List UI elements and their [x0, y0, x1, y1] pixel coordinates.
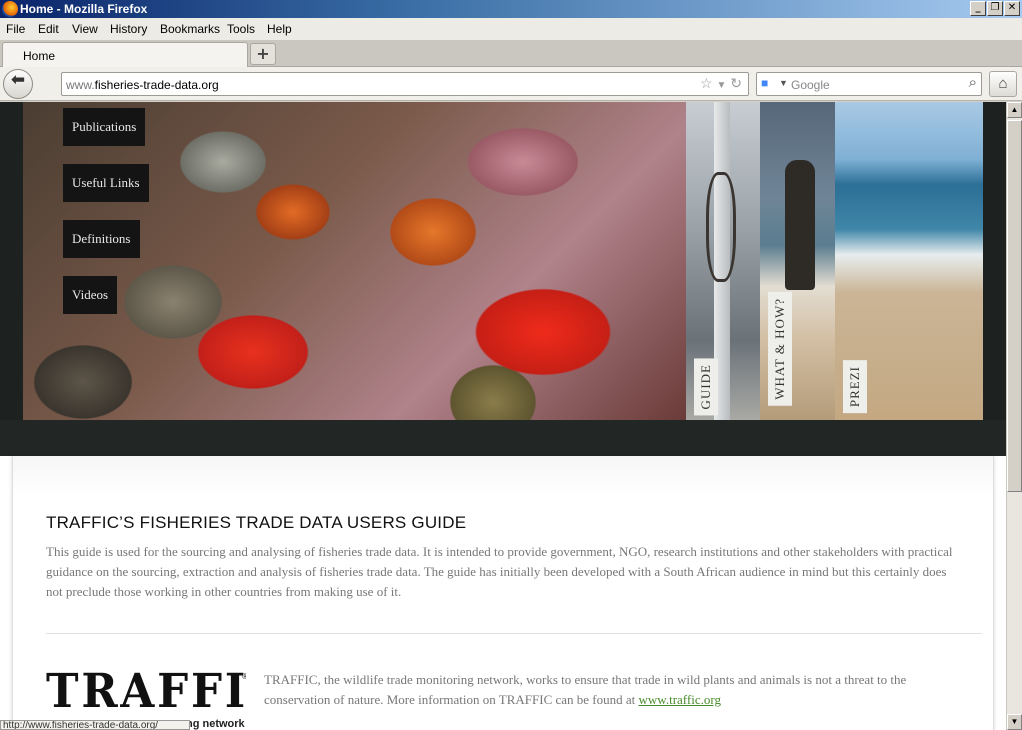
window-title-bar: Home - Mozilla Firefox _ ❐ ✕ — [0, 0, 1022, 18]
menu-file[interactable]: File — [6, 22, 25, 36]
what-how-panel[interactable]: WHAT & HOW? — [760, 102, 835, 420]
nav-definitions[interactable]: Definitions — [63, 220, 140, 258]
traffic-paragraph: TRAFFIC, the wildlife trade monitoring n… — [264, 670, 974, 710]
intro-paragraph: This guide is used for the sourcing and … — [46, 544, 953, 599]
firefox-icon — [2, 1, 18, 17]
menu-tools[interactable]: Tools — [227, 22, 255, 36]
tab-strip: Home + — [0, 40, 1022, 67]
window-title: Home - Mozilla Firefox — [20, 2, 148, 16]
url-domain: fisheries-trade-data.org — [94, 78, 219, 92]
what-how-label[interactable]: WHAT & HOW? — [768, 292, 792, 406]
home-button[interactable]: ⌂ — [989, 71, 1017, 97]
minimize-icon[interactable]: _ — [970, 1, 986, 16]
guide-panel[interactable]: GUIDE — [686, 102, 760, 420]
scroll-thumb[interactable] — [1007, 120, 1022, 492]
fisherman-image — [785, 160, 815, 290]
back-arrow-icon: ⬅ — [10, 70, 26, 90]
fish-hero-image — [23, 102, 686, 420]
prezi-panel[interactable]: PREZI — [835, 102, 983, 420]
guide-label[interactable]: GUIDE — [694, 358, 718, 416]
engine-dropdown-icon[interactable]: ▼ — [779, 78, 788, 88]
traffic-logo-tagline: ng network — [186, 718, 245, 730]
nav-videos[interactable]: Videos — [63, 276, 118, 314]
search-placeholder: Google — [791, 78, 830, 92]
menu-view[interactable]: View — [72, 22, 98, 36]
home-icon: ⌂ — [998, 75, 1008, 92]
content-card: TRAFFIC’S FISHERIES TRADE DATA USERS GUI… — [12, 456, 994, 730]
url-bar[interactable]: www.fisheries-trade-data.org ☆ ▼ ↻ — [61, 72, 749, 96]
traffic-logo-word: TRAFFIC — [46, 666, 246, 719]
navigation-bar: ⬅ www.fisheries-trade-data.org ☆ ▼ ↻ ■ ▼… — [0, 67, 1022, 101]
header-bottom-strip — [0, 420, 1006, 456]
nav-publications[interactable]: Publications — [63, 108, 146, 146]
new-tab-button[interactable]: + — [250, 43, 276, 65]
bookmark-star-icon[interactable]: ☆ — [700, 75, 713, 91]
page-viewport: Publications Useful Links Definitions Vi… — [0, 102, 1006, 730]
menu-bar: File Edit View History Bookmarks Tools H… — [0, 18, 1022, 40]
search-icon[interactable]: ⌕ — [969, 74, 977, 91]
menu-history[interactable]: History — [110, 22, 147, 36]
traffic-link[interactable]: www.traffic.org — [639, 692, 721, 707]
status-bar: http://www.fisheries-trade-data.org/ — [0, 720, 190, 730]
site-header: Publications Useful Links Definitions Vi… — [0, 102, 1006, 456]
dropdown-arrow-icon[interactable]: ▼ — [716, 80, 726, 91]
menu-edit[interactable]: Edit — [38, 22, 59, 36]
rope-image — [706, 172, 736, 282]
close-icon[interactable]: ✕ — [1004, 1, 1020, 16]
url-bar-icons: ☆ ▼ ↻ — [700, 75, 742, 92]
tab-home[interactable]: Home — [2, 42, 248, 67]
restore-icon[interactable]: ❐ — [987, 1, 1003, 16]
google-engine-icon[interactable]: ■ — [761, 76, 777, 92]
scroll-up-icon[interactable]: ▲ — [1007, 102, 1022, 118]
page-title: TRAFFIC’S FISHERIES TRADE DATA USERS GUI… — [46, 513, 467, 532]
prezi-label[interactable]: PREZI — [843, 360, 867, 414]
scroll-down-icon[interactable]: ▼ — [1007, 714, 1022, 730]
search-bar[interactable]: ■ ▼ Google ⌕ — [756, 72, 982, 96]
nav-useful-links[interactable]: Useful Links — [63, 164, 149, 202]
traffic-description: TRAFFIC, the wildlife trade monitoring n… — [264, 672, 907, 707]
registered-mark: ® — [242, 672, 246, 681]
vertical-scrollbar[interactable]: ▲ ▼ — [1006, 102, 1022, 730]
menu-bookmarks[interactable]: Bookmarks — [160, 22, 220, 36]
reload-icon[interactable]: ↻ — [730, 75, 742, 91]
menu-help[interactable]: Help — [267, 22, 292, 36]
url-prefix: www. — [66, 78, 95, 92]
section-divider — [46, 633, 982, 634]
back-button[interactable]: ⬅ — [3, 69, 33, 99]
